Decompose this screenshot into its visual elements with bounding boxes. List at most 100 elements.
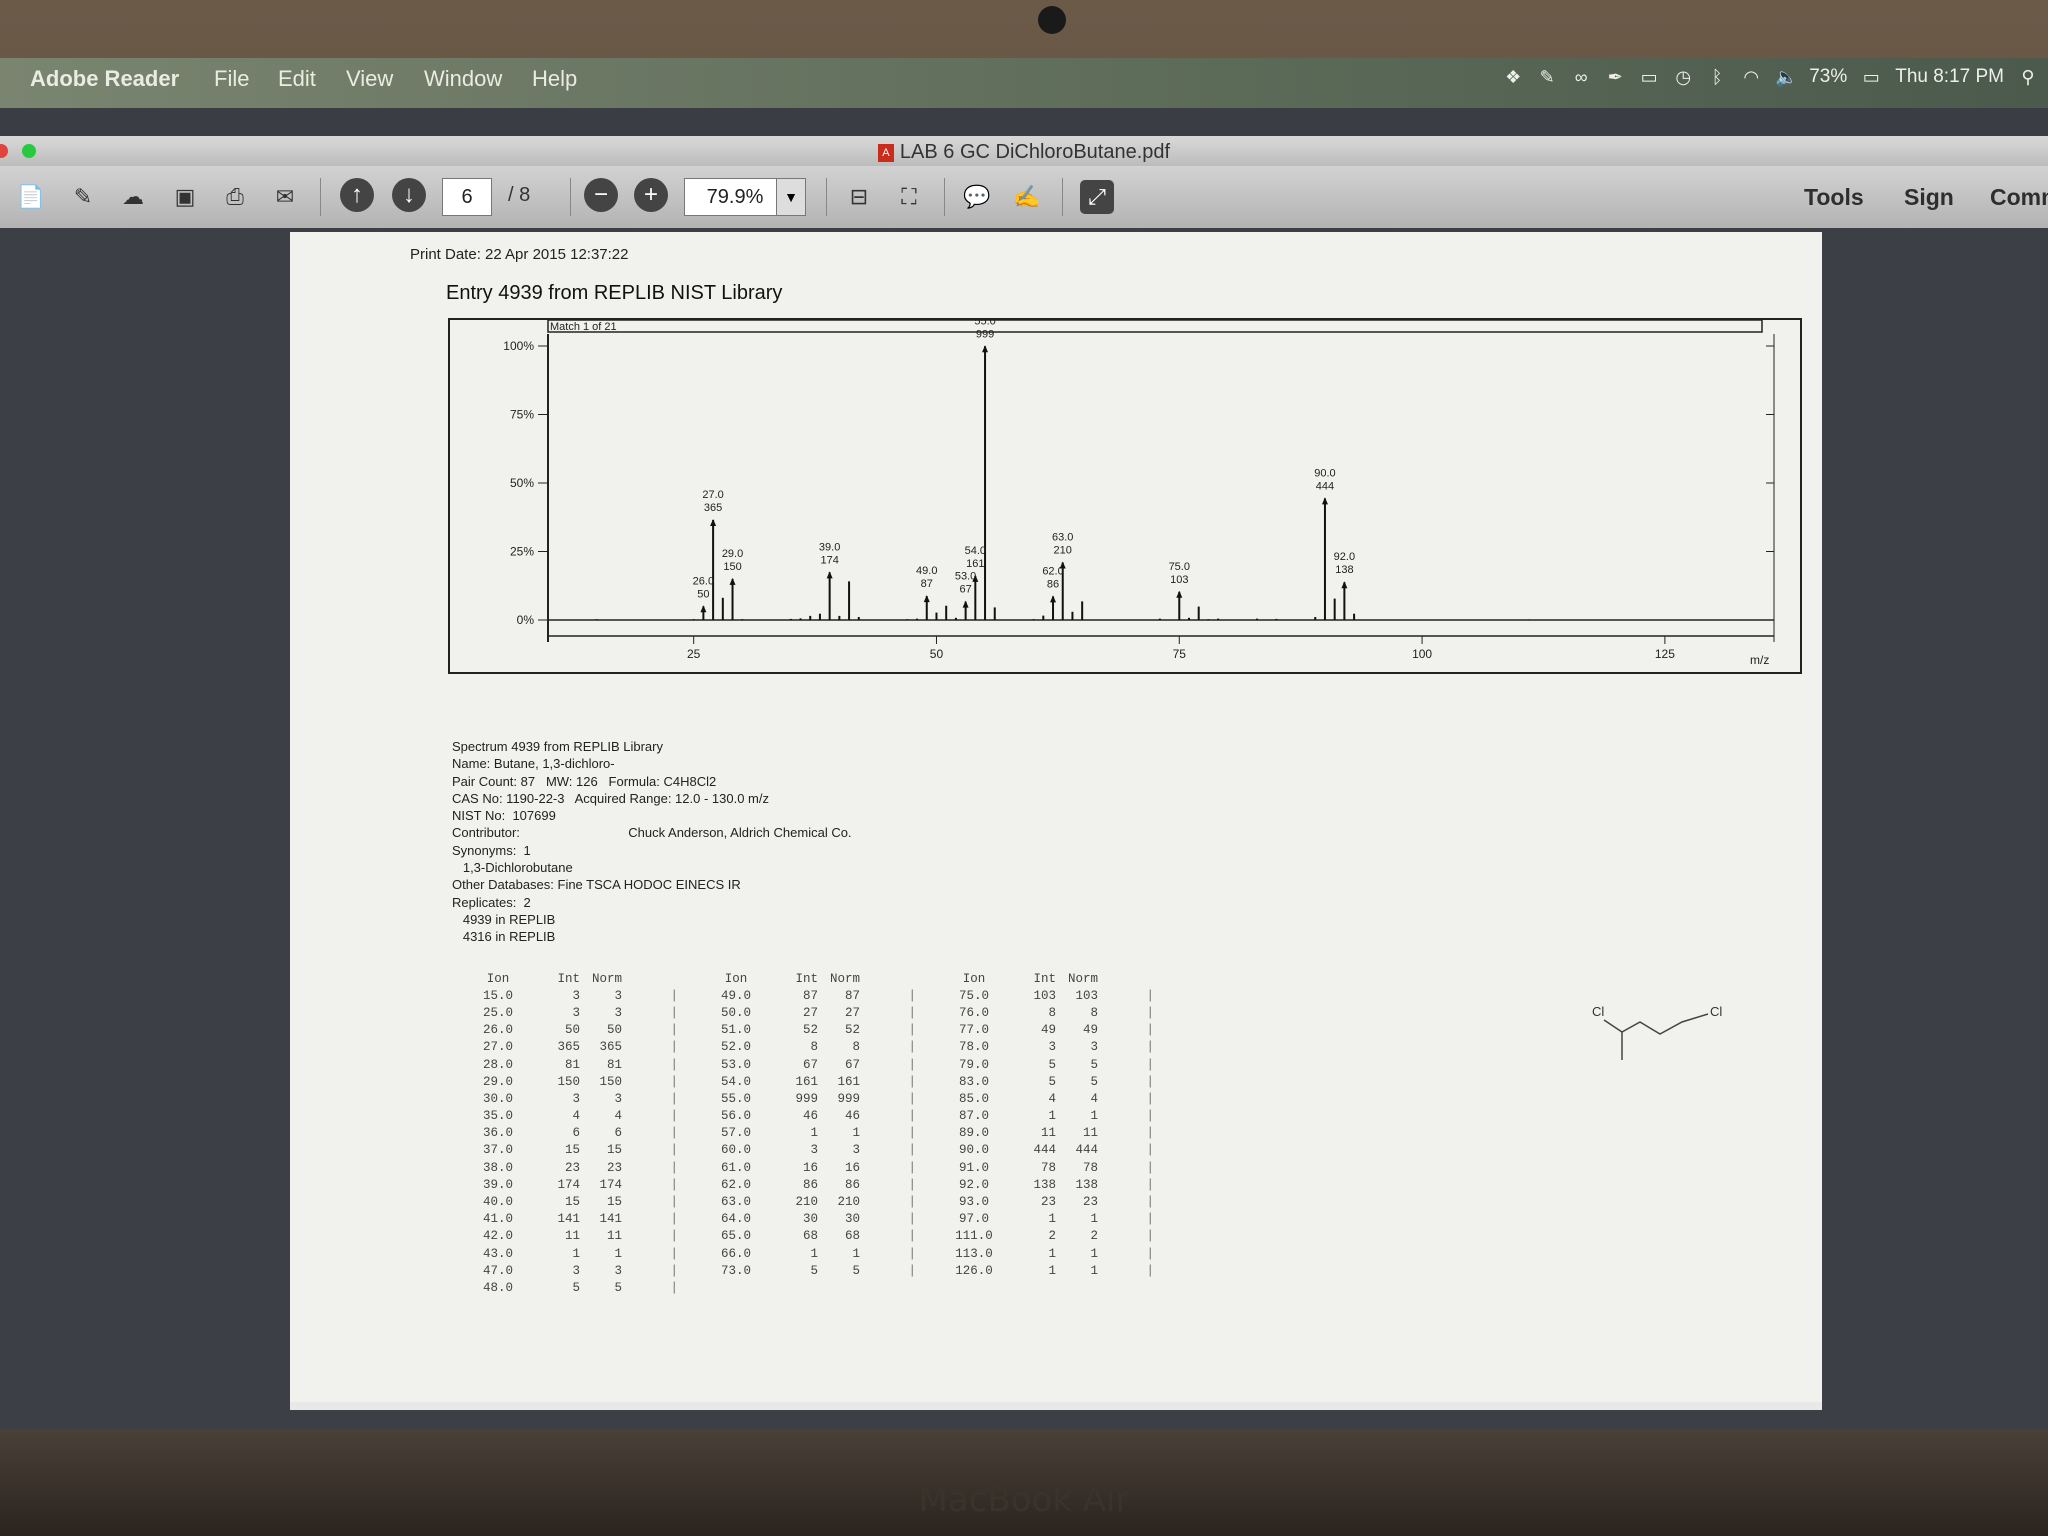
metadata-line: Pair Count: 87 MW: 126 Formula: C4H8Cl2 [452,773,717,789]
ion-cell: 43.0 [482,1246,513,1261]
column-separator: | [908,1246,917,1261]
page-number-input[interactable]: 6 [442,178,492,216]
chart-axes: 0% 25% 50% 75% 100% 25 50 75 100 125 [503,334,1775,661]
menu-window[interactable]: Window [424,66,502,92]
save-icon[interactable]: ▣ [168,180,202,214]
ion-cell: 40.0 [482,1195,513,1210]
sign-tab[interactable]: Sign [1904,184,1954,211]
column-separator: | [908,1005,917,1020]
dropbox-icon[interactable]: ❖ [1503,67,1523,87]
column-separator: | [908,1074,917,1089]
creative-cloud-icon[interactable]: ∞ [1571,67,1591,87]
battery-percent[interactable]: 73% [1809,66,1847,88]
peak-table-header-cell: Norm [592,971,623,986]
ion-cell: 56.0 [721,1109,752,1124]
wifi-icon[interactable]: ◠ [1741,67,1761,87]
y-tick-label: 0% [517,613,535,627]
previous-page-button[interactable]: ↑ [340,178,374,212]
ion-cell: 27.0 [482,1040,513,1055]
column-separator: | [1146,1040,1155,1055]
norm-cell: 4 [614,1109,623,1124]
table-row: 38.0 23 23 | 61.0 16 16 | 91.0 78 78 | [452,1159,1166,1176]
upload-cloud-icon[interactable]: ☁ [116,180,150,214]
menu-view[interactable]: View [346,66,393,92]
int-cell: 15 [564,1143,580,1158]
pen-icon[interactable]: ✒ [1605,67,1625,87]
peak-arrow [1176,590,1183,598]
norm-cell: 8 [852,1040,861,1055]
screen: Adobe Reader File Edit View Window Help … [0,58,2048,1430]
peak-table-header-cell: Int [1033,971,1057,986]
int-cell: 141 [557,1212,580,1227]
column-separator: | [908,1263,917,1278]
int-cell: 67 [803,1057,819,1072]
table-row: 15.0 3 3 | 49.0 87 87 | 75.0 103 103 | [452,987,1166,1004]
document-viewport[interactable]: Print Date: 22 Apr 2015 12:37:22 Entry 4… [0,228,2048,1430]
table-row: 37.0 15 15 | 60.0 3 3 | 90.0 444 444 | [452,1142,1166,1159]
column-separator: | [908,1143,917,1158]
comment-tab[interactable]: Comm [1990,184,2048,211]
airplay-icon[interactable]: ▭ [1639,67,1659,87]
menu-file[interactable]: File [214,66,249,92]
norm-cell: 141 [599,1212,623,1227]
menu-app-name[interactable]: Adobe Reader [30,66,179,92]
fit-page-icon[interactable]: ⊟ [842,180,876,214]
zoom-out-button[interactable]: − [584,178,618,212]
column-separator: | [670,1057,679,1072]
time-machine-icon[interactable]: ◷ [1673,67,1693,87]
ion-cell: 111.0 [955,1229,993,1244]
menu-help[interactable]: Help [532,66,577,92]
tools-tab[interactable]: Tools [1804,184,1864,211]
comment-icon[interactable]: 💬 [960,180,994,214]
edit-pdf-icon[interactable]: ✎ [66,180,100,214]
column-separator: | [670,1246,679,1261]
table-row: 43.0 1 1 | 66.0 1 1 | 113.0 1 1 | [452,1245,1166,1262]
column-separator: | [908,1195,917,1210]
column-separator: | [670,1040,679,1055]
clock[interactable]: Thu 8:17 PM [1895,66,2004,88]
full-screen-icon[interactable]: ⤢ [1080,180,1114,214]
norm-cell: 3 [1090,1040,1099,1055]
email-icon[interactable]: ✉ [268,180,302,214]
ion-cell: 113.0 [955,1246,993,1261]
column-separator: | [1146,1246,1155,1261]
menu-edit[interactable]: Edit [278,66,316,92]
battery-icon[interactable]: ▭ [1861,67,1881,87]
molecule-structure: Cl Cl [1592,1004,1722,1060]
metadata-line: Synonyms: 1 [452,842,531,858]
create-pdf-icon[interactable]: 📄 [14,180,48,214]
evernote-icon[interactable]: ✎ [1537,67,1557,87]
peak-mz-label: 26.0 [693,575,714,587]
volume-icon[interactable]: 🔈 [1775,67,1797,87]
highlight-text-icon[interactable]: ✍ [1010,180,1044,214]
int-cell: 1 [1048,1212,1057,1227]
peak-table-header-cell: Int [557,971,580,986]
next-page-button[interactable]: ↓ [392,178,426,212]
ion-cell: 38.0 [482,1160,513,1175]
peak-arrow [1050,595,1057,603]
column-separator: | [670,1023,679,1038]
match-banner [547,319,1763,333]
int-cell: 11 [564,1229,580,1244]
fit-width-icon[interactable]: ⛶ [892,180,926,214]
bluetooth-icon[interactable]: ᛒ [1707,67,1727,87]
peak-mz-label: 39.0 [819,541,840,553]
ion-cell: 75.0 [959,988,990,1003]
column-separator: | [670,1160,679,1175]
ion-cell: 48.0 [482,1280,513,1295]
ion-cell: 126.0 [955,1263,993,1278]
print-icon[interactable]: ⎙ [218,180,252,214]
ion-cell: 51.0 [721,1023,752,1038]
zoom-level-input[interactable]: 79.9% [684,178,786,216]
spotlight-search-icon[interactable]: ⚲ [2018,67,2038,87]
zoom-in-button[interactable]: + [634,178,668,212]
zoom-dropdown-arrow[interactable]: ▼ [776,178,806,216]
norm-cell: 5 [614,1280,623,1295]
column-separator: | [670,1126,679,1141]
column-separator: | [1146,1091,1155,1106]
norm-cell: 3 [614,1091,623,1106]
peak-intensity-label: 999 [976,328,994,340]
norm-cell: 1 [1090,1246,1099,1261]
print-date: Print Date: 22 Apr 2015 12:37:22 [410,246,629,263]
peak-intensity-label: 210 [1054,544,1072,556]
